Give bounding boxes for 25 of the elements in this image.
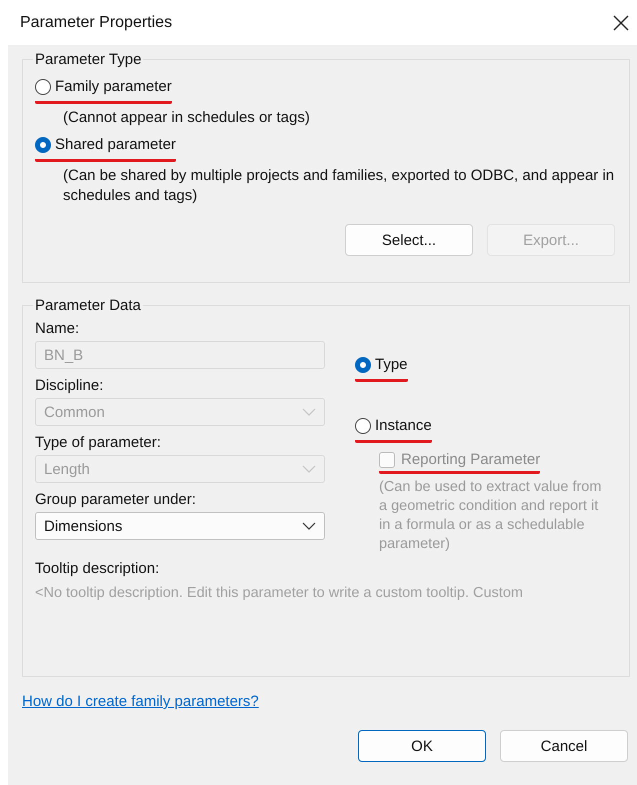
radio-option[interactable]: Family parameter xyxy=(35,78,172,104)
chevron-down-icon xyxy=(302,465,316,473)
chevron-down-icon xyxy=(302,522,316,530)
radio-option[interactable]: Instance xyxy=(355,417,432,443)
field-label: Group parameter under: xyxy=(35,491,197,508)
close-icon[interactable] xyxy=(613,14,629,30)
option-description: (Can be used to extract value from a geometric condition and report it in a formula or as a schedulable parameter) xyxy=(379,478,602,554)
chevron-down-icon xyxy=(302,408,316,416)
radio-option[interactable]: Type xyxy=(355,356,408,382)
help-link[interactable]: How do I create family parameters? xyxy=(22,693,259,710)
dropdown[interactable]: Dimensions xyxy=(35,512,325,540)
field-label: Type of parameter: xyxy=(35,434,162,451)
field-label: Name: xyxy=(35,320,80,337)
field-label: Tooltip description: xyxy=(35,560,160,577)
field-label: Discipline: xyxy=(35,377,104,394)
cancel-button[interactable]: Cancel xyxy=(500,730,628,762)
tooltip-text: <No tooltip description. Edit this parameter to write a custom tooltip. Custom xyxy=(35,585,524,601)
radio-option[interactable]: Shared parameter xyxy=(35,136,176,162)
group-title: Parameter Type xyxy=(34,51,142,68)
select-button[interactable]: Select... xyxy=(345,224,473,256)
window-title: Parameter Properties xyxy=(20,14,172,32)
option-description: (Cannot appear in schedules or tags) xyxy=(63,108,311,128)
option-description: (Can be shared by multiple projects and families, exported to ODBC, and appear in schedules and tags) xyxy=(63,166,615,206)
ok-button[interactable]: OK xyxy=(358,730,486,762)
group-title: Parameter Data xyxy=(34,297,142,314)
